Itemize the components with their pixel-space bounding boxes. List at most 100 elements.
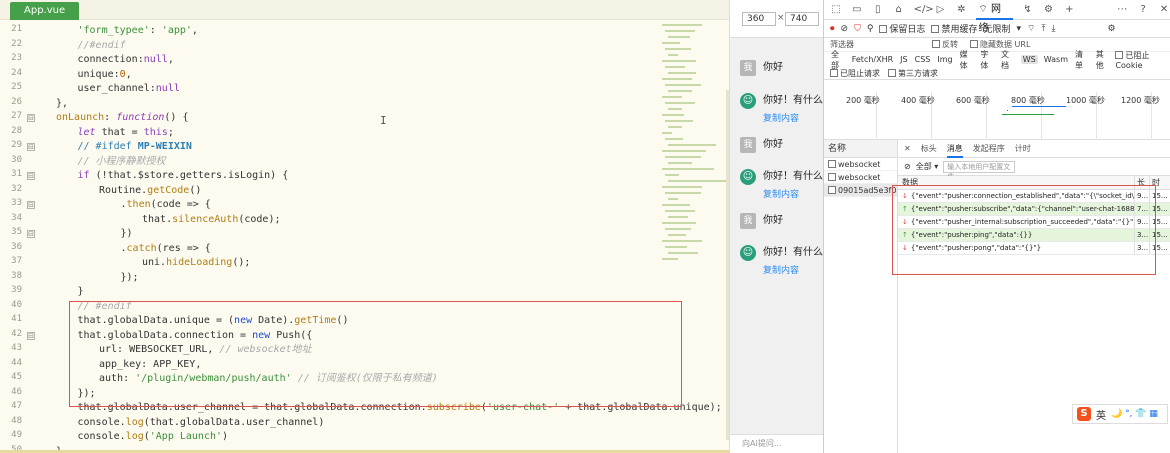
column-time[interactable]: 时 <box>1149 176 1170 189</box>
ws-message-row[interactable]: ↑ {"event":"pusher:subscribe","data":{"ch… <box>898 203 1170 216</box>
upload-icon[interactable]: ⤒ <box>1041 24 1045 34</box>
request-row[interactable]: websocket <box>824 158 897 171</box>
code-line[interactable]: onLaunch: function() { <box>56 111 188 125</box>
close-detail-icon[interactable]: ✕ <box>904 144 911 153</box>
panel-icon[interactable]: ▯ <box>872 4 884 15</box>
type-filter-3[interactable]: CSS <box>914 55 932 64</box>
preserve-log-checkbox[interactable]: 保留日志 <box>879 22 925 35</box>
message-filter-input[interactable]: 输入本地用户配置文件 <box>943 160 1016 181</box>
elements-icon[interactable]: </> <box>914 4 934 15</box>
code-line[interactable]: //#endif <box>78 39 126 53</box>
fold-toggle-icon[interactable]: ⊟ <box>27 230 35 238</box>
code-line[interactable]: unique:0, <box>78 68 132 82</box>
network-timeline[interactable]: 200 毫秒 400 毫秒 600 毫秒 800 毫秒 1000 毫秒 1200 毫秒 <box>824 92 1170 140</box>
type-filter-9[interactable]: Wasm <box>1043 55 1069 64</box>
type-filter-10[interactable]: 清单 <box>1074 49 1090 71</box>
chat-input[interactable]: 向AI提问... <box>730 434 823 453</box>
message-type-select[interactable]: 全部 ▾ <box>916 161 939 172</box>
copy-content-link[interactable]: 复制内容 <box>763 187 799 200</box>
code-line[interactable]: that.globalData.unique = (new Date).getT… <box>78 314 349 328</box>
code-line[interactable]: url: WEBSOCKET_URL, // websocket地址 <box>99 343 312 357</box>
type-filter-2[interactable]: JS <box>899 55 908 64</box>
detail-tab-0[interactable]: 标头 <box>921 143 937 154</box>
ws-message-row[interactable]: ↓ {"event":"pusher:connection_established… <box>898 190 1170 203</box>
code-line[interactable]: }); <box>121 271 139 285</box>
ime-tools[interactable]: 🌙 °, 👕 ▦ <box>1111 409 1158 419</box>
blocked-requests-checkbox[interactable]: 已阻止请求 <box>830 68 880 79</box>
sources-icon[interactable]: ▷ <box>935 4 947 15</box>
fold-toggle-icon[interactable]: ⊟ <box>27 172 35 180</box>
gear-icon[interactable]: ⚙ <box>1043 4 1055 15</box>
code-line[interactable]: // #endif <box>78 300 132 314</box>
code-line[interactable]: .catch(res => { <box>121 242 211 256</box>
chevron-down-icon[interactable]: ▾ <box>1016 24 1021 34</box>
code-line[interactable]: console.log('App Launch') <box>78 430 229 444</box>
ws-message-row[interactable]: ↑ {"event":"pusher:ping","data":{}} 3... 15… <box>898 229 1170 242</box>
download-icon[interactable]: ⤓ <box>1051 24 1055 34</box>
code-line[interactable]: } <box>78 285 84 299</box>
search-icon[interactable]: ⚲ <box>867 24 874 34</box>
fold-toggle-icon[interactable]: ⊟ <box>27 331 35 340</box>
code-line[interactable]: auth: '/plugin/webman/push/auth' // 订阅鉴权… <box>99 372 438 386</box>
code-line[interactable]: }); <box>78 387 96 401</box>
code-line[interactable]: connection:null, <box>78 53 174 67</box>
type-filter-7[interactable]: 文档 <box>1000 49 1016 71</box>
ws-message-row[interactable]: ↓ {"event":"pusher:pong","data":"{}"} 3...… <box>898 242 1170 255</box>
blocked-cookies-checkbox[interactable]: 已阻止 Cookie <box>1115 50 1170 70</box>
code-line[interactable]: app_key: APP_KEY, <box>99 358 201 372</box>
type-filter-11[interactable]: 其他 <box>1095 49 1111 71</box>
clear-messages-icon[interactable]: ⊘ <box>904 162 911 171</box>
tab-network[interactable]: ⌔ 网络 <box>976 0 1013 34</box>
type-filter-6[interactable]: 字体 <box>979 49 995 71</box>
code-line[interactable]: // #ifdef MP-WEIXIN <box>78 140 192 154</box>
invert-checkbox[interactable]: 反转 <box>932 39 958 50</box>
code-line[interactable]: console.log(that.globalData.user_channel… <box>78 416 325 430</box>
filter-icon[interactable]: ⛉ <box>854 24 861 34</box>
code-line[interactable]: uni.hideLoading(); <box>142 256 250 270</box>
disable-cache-checkbox[interactable]: 禁用缓存 <box>931 22 977 35</box>
performance-icon[interactable]: ↯ <box>1022 4 1034 15</box>
third-party-checkbox[interactable]: 第三方请求 <box>888 68 938 79</box>
code-line[interactable]: that.silenceAuth(code); <box>142 213 281 227</box>
copy-content-link[interactable]: 复制内容 <box>763 263 799 276</box>
code-line[interactable]: that.globalData.connection = new Push({ <box>78 329 313 343</box>
plus-icon[interactable]: + <box>1063 4 1075 15</box>
code-line[interactable]: // 小程序静默授权 <box>78 155 166 169</box>
more-icon[interactable]: ⋯ <box>1116 4 1128 15</box>
type-filter-8[interactable]: WS <box>1020 55 1038 64</box>
column-length[interactable]: 长 <box>1134 176 1149 189</box>
request-row[interactable]: websocket <box>824 171 897 184</box>
wifi-settings-icon[interactable]: ⌔ <box>1027 23 1035 34</box>
code-line[interactable]: user_channel:null <box>78 82 180 96</box>
file-tab-app-vue[interactable]: App.vue <box>10 2 80 20</box>
type-filter-5[interactable]: 媒体 <box>959 49 975 71</box>
request-row[interactable]: 09015ad5e3f07... <box>824 184 897 197</box>
ime-toolbar[interactable]: S 英 🌙 °, 👕 ▦ <box>1072 404 1168 424</box>
code-line[interactable]: if (!that.$store.getters.isLogin) { <box>78 169 289 183</box>
copy-content-link[interactable]: 复制内容 <box>763 111 799 124</box>
bug-icon[interactable]: ✲ <box>955 4 967 15</box>
device-width-input[interactable]: 360 <box>742 12 776 26</box>
detail-tab-1[interactable]: 消息 <box>946 140 963 158</box>
code-line[interactable]: }, <box>56 97 68 111</box>
home-icon[interactable]: ⌂ <box>893 4 905 15</box>
code-editor[interactable]: App.vue 21 22 23 24 25 26 27 ⊟ 28 29 ⊟ 30 31 ⊟ 32 33 ⊟ 34… <box>0 0 730 453</box>
ws-message-row[interactable]: ↓ {"event":"pusher_internal:subscription_… <box>898 216 1170 229</box>
code-line[interactable]: }) <box>121 227 133 241</box>
help-icon[interactable]: ? <box>1137 4 1149 15</box>
device-toolbar-icon[interactable]: ▭ <box>851 4 863 15</box>
close-icon[interactable]: ✕ <box>1158 4 1170 15</box>
clear-icon[interactable]: ⊘ <box>841 24 849 34</box>
detail-tab-3[interactable]: 计时 <box>1015 143 1031 154</box>
fold-toggle-icon[interactable]: ⊟ <box>27 143 35 151</box>
code-line[interactable]: that.globalData.user_channel = that.glob… <box>78 401 722 415</box>
record-icon[interactable]: ⏺ <box>830 24 835 34</box>
settings-icon[interactable]: ⚙ <box>1107 24 1115 34</box>
fold-toggle-icon[interactable]: ⊟ <box>27 201 35 209</box>
ime-lang[interactable]: 英 <box>1096 407 1106 422</box>
code-line[interactable]: 'form_typee': 'app', <box>78 24 198 38</box>
device-height-input[interactable]: 740 <box>785 12 819 26</box>
code-line[interactable]: let that = this; <box>78 126 174 140</box>
column-data[interactable]: 数据 <box>898 176 1134 189</box>
code-area[interactable]: 'form_typee': 'app',//#endif connection:n… <box>56 20 722 453</box>
